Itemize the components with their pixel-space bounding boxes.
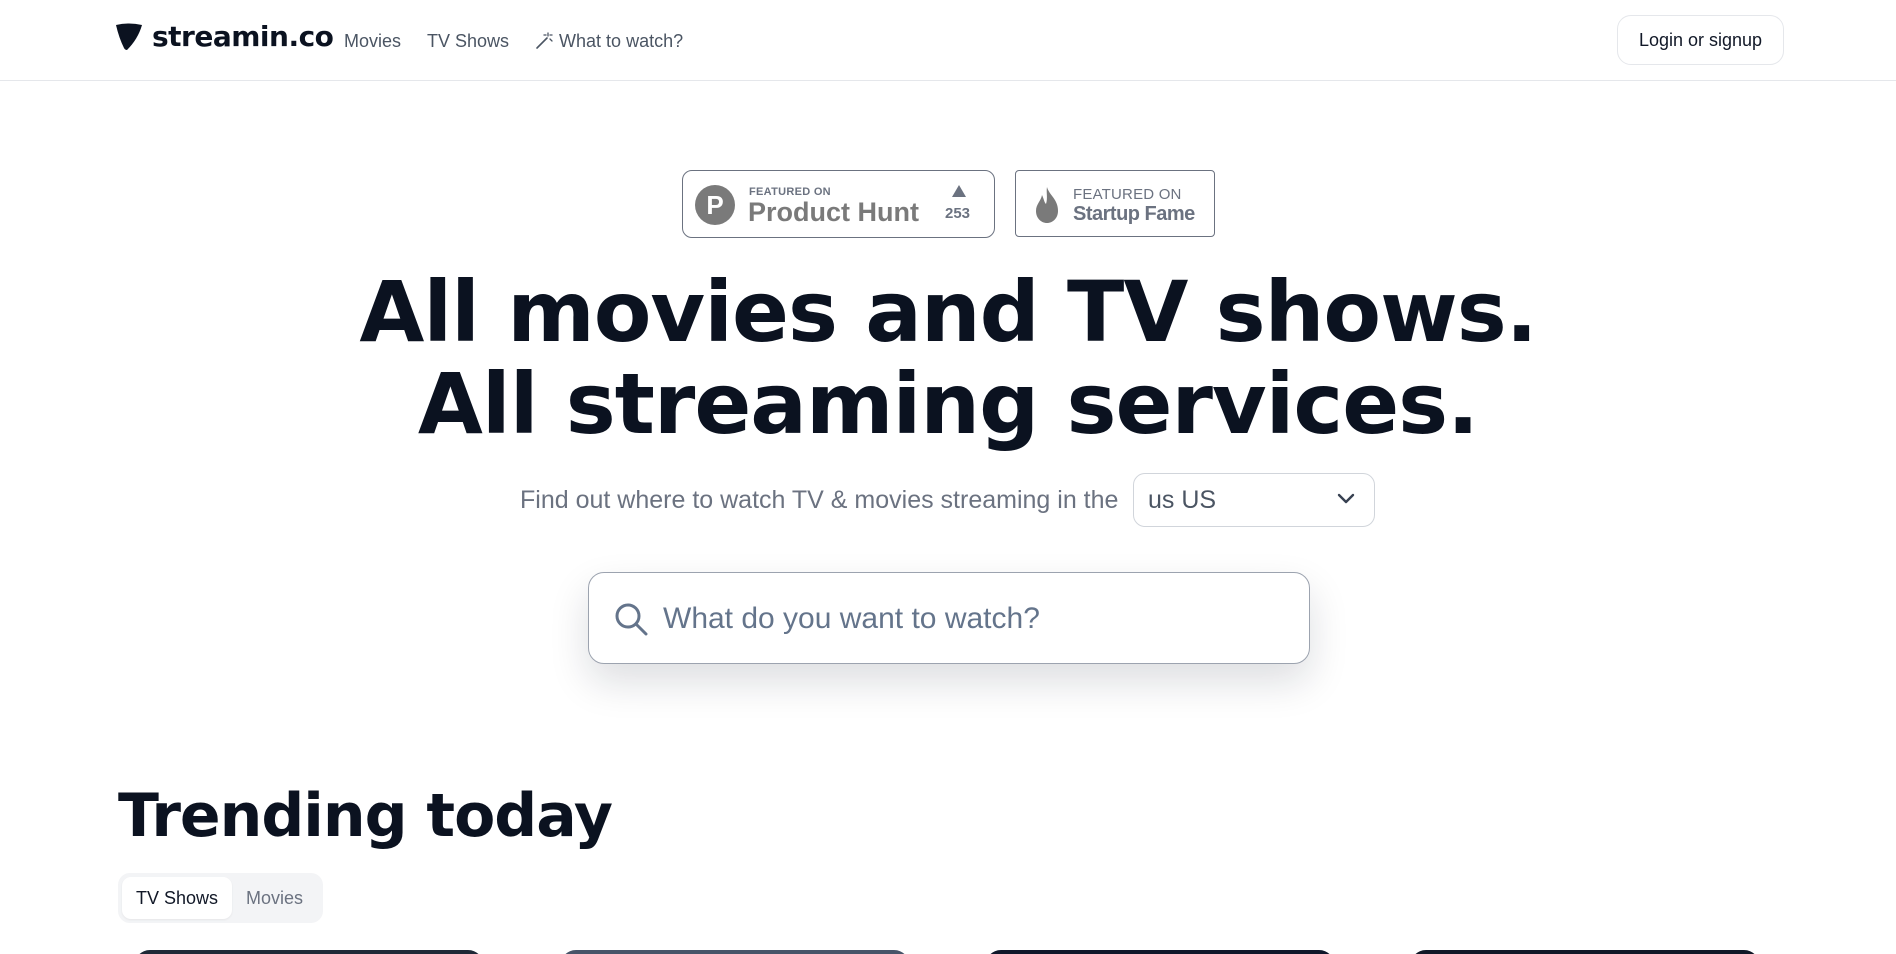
trending-card[interactable] — [134, 950, 484, 954]
trending-card[interactable] — [560, 950, 910, 954]
product-hunt-upvote-count: 253 — [945, 205, 971, 222]
nav-tv-shows[interactable]: TV Shows — [427, 30, 509, 52]
product-hunt-logo-icon: P — [695, 185, 735, 225]
logo[interactable]: streamin.co — [114, 20, 334, 53]
tab-movies[interactable]: Movies — [232, 877, 317, 919]
magic-wand-icon — [536, 32, 553, 49]
logo-text: streamin.co — [152, 20, 334, 53]
search-box — [588, 572, 1310, 664]
nav-movies[interactable]: Movies — [344, 30, 401, 52]
search-input[interactable] — [663, 591, 1283, 647]
trending-tabs: TV Shows Movies — [118, 873, 323, 923]
hero-title-line-2: All streaming services. — [417, 355, 1479, 453]
nav-what-to-watch[interactable]: What to watch? — [535, 30, 683, 52]
tab-tv-shows[interactable]: TV Shows — [122, 877, 233, 919]
startup-fame-name: Startup Fame — [1073, 203, 1195, 225]
country-subline: Find out where to watch TV & movies stre… — [520, 473, 1375, 527]
login-signup-button[interactable]: Login or signup — [1617, 15, 1784, 65]
startup-fame-featured-label: FEATURED ON — [1073, 186, 1182, 203]
main-nav: Movies TV Shows What to watch? — [344, 30, 709, 52]
trending-card[interactable] — [1410, 950, 1760, 954]
hero-title: All movies and TV shows. All streaming s… — [0, 266, 1896, 450]
nav-what-to-watch-label: What to watch? — [559, 31, 684, 51]
product-hunt-badge[interactable]: P FEATURED ON Product Hunt 253 — [682, 170, 995, 238]
chevron-down-icon — [1337, 493, 1355, 504]
flame-icon — [1036, 187, 1058, 223]
upvote-arrow-icon — [952, 185, 966, 197]
country-select[interactable]: us US — [1133, 473, 1375, 527]
trending-title: Trending today — [118, 781, 613, 851]
product-hunt-name: Product Hunt — [748, 197, 919, 227]
country-select-value: us US — [1148, 485, 1217, 514]
trending-card[interactable] — [985, 950, 1335, 954]
hero-subtitle: Find out where to watch TV & movies stre… — [520, 485, 1119, 514]
hero-title-line-1: All movies and TV shows. — [359, 263, 1537, 361]
triangle-shield-icon — [116, 23, 142, 50]
startup-fame-badge[interactable]: FEATURED ON Startup Fame — [1015, 170, 1215, 237]
search-icon — [615, 603, 648, 636]
site-header: streamin.co Movies TV Shows What to watc… — [0, 0, 1896, 81]
